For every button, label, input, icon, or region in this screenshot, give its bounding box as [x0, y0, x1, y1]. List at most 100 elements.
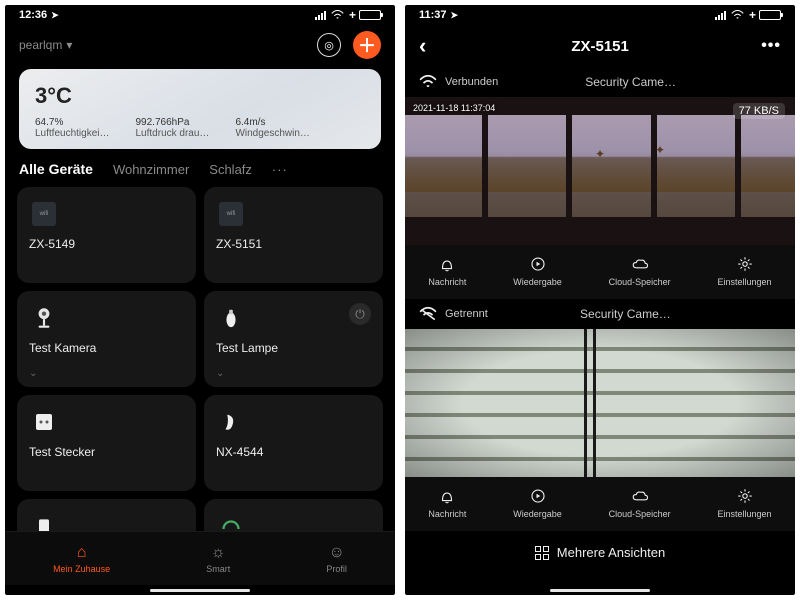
- bell-icon: [438, 487, 456, 505]
- camera-actions: Nachricht Wiedergabe Cloud-Speicher Eins…: [405, 477, 795, 531]
- right-phone-screen: 11:37 ➤ + ‹ ZX-5151 ••• Verbunden Securi…: [405, 5, 795, 595]
- cloud-icon: [631, 255, 649, 273]
- camera-name[interactable]: Security Came…: [496, 307, 755, 321]
- action-wiedergabe[interactable]: Wiedergabe: [513, 255, 562, 287]
- grid-icon: [535, 546, 549, 560]
- temperature-value: 3°C: [35, 83, 365, 109]
- cellular-signal-icon: [715, 10, 726, 20]
- wifi-icon: [731, 10, 744, 20]
- camera-header: ‹ ZX-5151 •••: [405, 25, 795, 67]
- tab-label: Profil: [326, 564, 347, 574]
- account-name: pearlqm: [19, 38, 62, 52]
- weather-card[interactable]: 3°C 64.7% Luftfeuchtigkei… 992.766hPa Lu…: [19, 69, 381, 149]
- video-preview[interactable]: [405, 329, 795, 477]
- status-bar: 11:37 ➤ +: [405, 5, 795, 25]
- action-label: Wiedergabe: [513, 509, 562, 519]
- video-preview[interactable]: ✦ ✦ 2021-11-18 11:37:04 77 KB/S: [405, 97, 795, 245]
- multi-view-button[interactable]: Mehrere Ansichten: [405, 531, 795, 574]
- status-time: 11:37: [419, 9, 447, 21]
- action-nachricht[interactable]: Nachricht: [428, 255, 466, 287]
- chevron-down-icon: ⌄: [29, 368, 37, 379]
- device-tile-zx5149[interactable]: wifi ZX-5149: [17, 187, 196, 283]
- gear-icon: [736, 255, 754, 273]
- bulb-icon: [216, 303, 246, 333]
- tab-profile[interactable]: ☺ Profil: [326, 544, 347, 574]
- device-tile-partial[interactable]: [17, 499, 196, 531]
- connection-status: Verbunden: [445, 76, 498, 88]
- wifi-disconnected-icon: [419, 305, 437, 323]
- video-timestamp: 2021-11-18 11:37:04: [413, 103, 495, 113]
- home-indicator[interactable]: [405, 585, 795, 595]
- tab-more[interactable]: ···: [272, 162, 288, 177]
- device-tile-partial[interactable]: [204, 499, 383, 531]
- tab-schlafzimmer[interactable]: Schlafz: [209, 162, 252, 177]
- room-tabs: Alle Geräte Wohnzimmer Schlafz ···: [5, 161, 395, 187]
- humidity-value: 64.7%: [35, 117, 110, 128]
- motion-sensor-icon: [216, 407, 246, 437]
- plug-icon: [29, 407, 59, 437]
- action-wiedergabe[interactable]: Wiedergabe: [513, 487, 562, 519]
- playback-icon: [529, 487, 547, 505]
- device-name: Test Kamera: [29, 341, 184, 355]
- device-tile-nx4544[interactable]: NX-4544: [204, 395, 383, 491]
- tab-label: Smart: [206, 564, 230, 574]
- connection-status: Getrennt: [445, 308, 488, 320]
- wifi-connected-icon: [419, 73, 437, 91]
- wind-label: Windgeschwin…: [235, 128, 309, 139]
- cellular-signal-icon: [315, 10, 326, 20]
- voice-assist-icon[interactable]: ◎: [317, 33, 341, 57]
- bitrate-badge: 77 KB/S: [733, 103, 785, 119]
- chevron-down-icon: ⌄: [216, 368, 224, 379]
- action-einstellungen[interactable]: Einstellungen: [717, 255, 771, 287]
- action-einstellungen[interactable]: Einstellungen: [717, 487, 771, 519]
- left-phone-screen: 12:36 ➤ + pearlqm ▾ ◎ ＋ 3°C 64.7% Luftfe…: [5, 5, 395, 595]
- status-bar: 12:36 ➤ +: [5, 5, 395, 25]
- gateway-icon: wifi: [29, 199, 59, 229]
- tab-all-devices[interactable]: Alle Geräte: [19, 161, 93, 177]
- camera-actions: Nachricht Wiedergabe Cloud-Speicher Eins…: [405, 245, 795, 299]
- device-tile-test-lampe[interactable]: Test Lampe ⌄ ⏻: [204, 291, 383, 387]
- action-cloud[interactable]: Cloud-Speicher: [609, 487, 671, 519]
- cloud-icon: [631, 487, 649, 505]
- tab-home[interactable]: ⌂ Mein Zuhause: [53, 544, 110, 574]
- camera-icon: [29, 303, 59, 333]
- device-icon: [29, 511, 59, 531]
- action-nachricht[interactable]: Nachricht: [428, 487, 466, 519]
- tab-wohnzimmer[interactable]: Wohnzimmer: [113, 162, 189, 177]
- action-label: Cloud-Speicher: [609, 277, 671, 287]
- humidity-label: Luftfeuchtigkei…: [35, 128, 110, 139]
- bell-icon: [438, 255, 456, 273]
- playback-icon: [529, 255, 547, 273]
- gateway-icon: wifi: [216, 199, 246, 229]
- action-label: Nachricht: [428, 509, 466, 519]
- profile-icon: ☺: [328, 544, 344, 562]
- action-cloud[interactable]: Cloud-Speicher: [609, 255, 671, 287]
- add-device-button[interactable]: ＋: [353, 31, 381, 59]
- camera-feed-1: Verbunden Security Came… ✦ ✦ 2021-11-18 …: [405, 67, 795, 299]
- wifi-icon: [331, 10, 344, 20]
- back-button[interactable]: ‹: [419, 33, 439, 59]
- tab-label: Mein Zuhause: [53, 564, 110, 574]
- tab-smart[interactable]: ☼ Smart: [206, 544, 230, 574]
- account-dropdown[interactable]: pearlqm ▾: [19, 38, 72, 52]
- multi-view-label: Mehrere Ansichten: [557, 545, 665, 560]
- pressure-label: Luftdruck drau…: [136, 128, 210, 139]
- device-name: Test Lampe: [216, 341, 371, 355]
- location-icon: ➤: [451, 10, 459, 21]
- power-button[interactable]: ⏻: [349, 303, 371, 325]
- action-label: Wiedergabe: [513, 277, 562, 287]
- device-tile-test-kamera[interactable]: Test Kamera ⌄: [17, 291, 196, 387]
- camera-name[interactable]: Security Came…: [506, 75, 755, 89]
- home-indicator[interactable]: [5, 585, 395, 595]
- device-name: Test Stecker: [29, 445, 184, 459]
- more-menu-button[interactable]: •••: [761, 37, 781, 55]
- battery-icon: [759, 10, 781, 20]
- action-label: Einstellungen: [717, 509, 771, 519]
- device-name: NX-4544: [216, 445, 371, 459]
- chevron-down-icon: ▾: [66, 38, 72, 52]
- device-tile-zx5151[interactable]: wifi ZX-5151: [204, 187, 383, 283]
- action-label: Einstellungen: [717, 277, 771, 287]
- device-tile-test-stecker[interactable]: Test Stecker: [17, 395, 196, 491]
- camera-feed-2: Getrennt Security Came… Nachricht Wieder…: [405, 299, 795, 531]
- smart-icon: ☼: [211, 544, 226, 562]
